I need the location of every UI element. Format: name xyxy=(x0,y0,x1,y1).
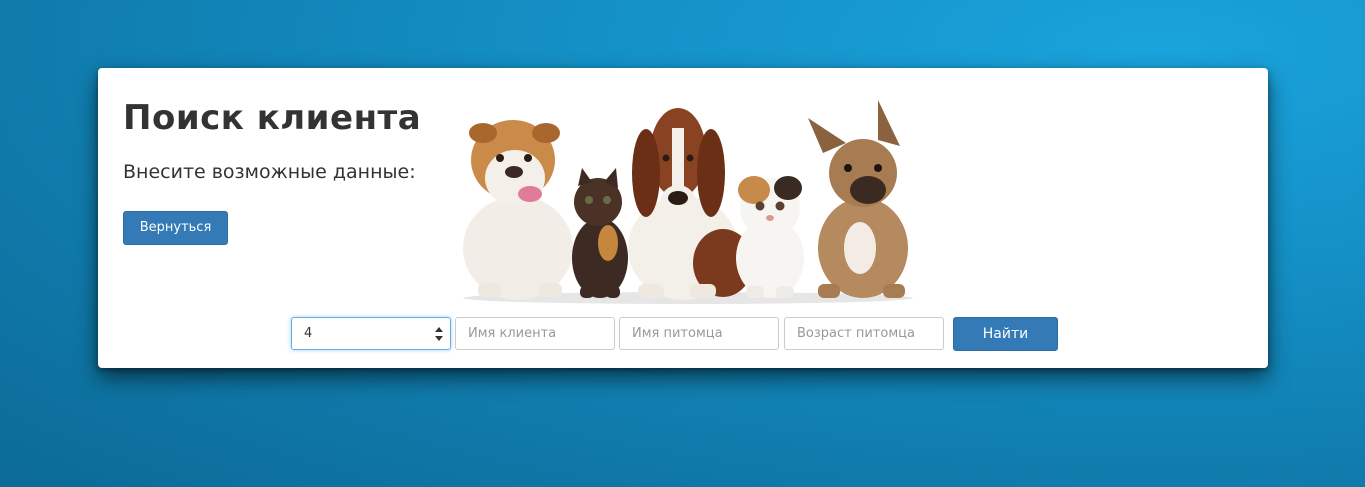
back-button[interactable]: Вернуться xyxy=(123,211,228,245)
pet-age-input[interactable]: Возраст питомца xyxy=(784,317,944,350)
number-spinner-icon[interactable] xyxy=(434,325,444,343)
client-id-value: 4 xyxy=(304,326,313,341)
french-bulldog-figure xyxy=(808,100,908,298)
basset-hound-figure xyxy=(628,108,753,300)
pet-name-input[interactable]: Имя питомца xyxy=(619,317,779,350)
kitten-figure xyxy=(572,168,628,298)
search-card: Поиск клиента Внесите возможные данные: … xyxy=(98,68,1268,368)
exotic-cat-figure xyxy=(736,176,804,298)
pets-banner-image xyxy=(463,100,913,304)
page-title: Поиск клиента xyxy=(123,98,422,138)
bulldog-figure xyxy=(463,120,573,300)
client-name-input[interactable]: Имя клиента xyxy=(455,317,615,350)
find-button[interactable]: Найти xyxy=(953,317,1058,351)
client-id-input[interactable]: 4 xyxy=(291,317,451,350)
page-subtitle: Внесите возможные данные: xyxy=(123,161,416,183)
